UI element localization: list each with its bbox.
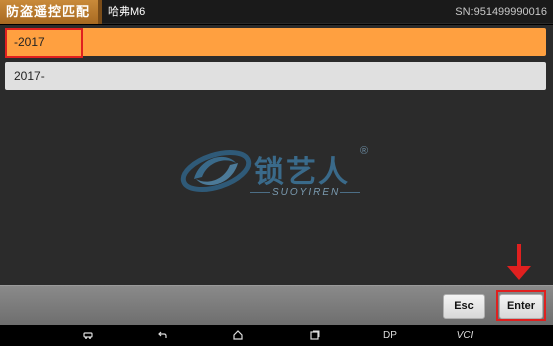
watermark-logo: 锁艺人 ® SUOYIREN — [180, 143, 380, 203]
car-icon[interactable] — [78, 325, 98, 346]
annotation-highlight-box — [5, 28, 83, 58]
brand-swirl-icon — [180, 150, 252, 192]
serial-number: SN:951499990016 — [455, 6, 547, 18]
watermark-line-left — [250, 192, 270, 193]
registered-mark: ® — [360, 145, 369, 157]
list-item-year-before-2017[interactable]: -2017 — [5, 28, 546, 56]
vci-button[interactable]: VCI — [454, 325, 476, 346]
watermark-subtitle: SUOYIREN — [272, 187, 341, 198]
recent-apps-icon[interactable] — [305, 325, 325, 346]
home-icon[interactable] — [228, 325, 248, 346]
system-nav-bar: DP VCI — [0, 325, 553, 346]
page-title: 防盗遥控匹配 — [0, 0, 98, 24]
dp-button[interactable]: DP — [380, 325, 400, 346]
title-divider — [98, 0, 102, 24]
watermark-brand: 锁艺人 — [254, 155, 350, 190]
annotation-enter-box — [496, 290, 546, 321]
content-area: -2017 2017- 锁艺人 ® SUOYIREN — [0, 25, 553, 285]
watermark-line-right — [340, 192, 360, 193]
esc-button[interactable]: Esc — [443, 294, 485, 319]
vehicle-model: 哈弗M6 — [108, 6, 146, 18]
app-screen: 防盗遥控匹配 哈弗M6 SN:951499990016 -2017 2017- … — [0, 0, 553, 346]
annotation-arrow-head — [507, 266, 531, 280]
title-bar: 防盗遥控匹配 哈弗M6 SN:951499990016 — [0, 0, 553, 24]
back-icon[interactable] — [153, 325, 173, 346]
list-item-year-after-2017[interactable]: 2017- — [5, 62, 546, 90]
action-bar: Esc Enter — [0, 285, 553, 325]
